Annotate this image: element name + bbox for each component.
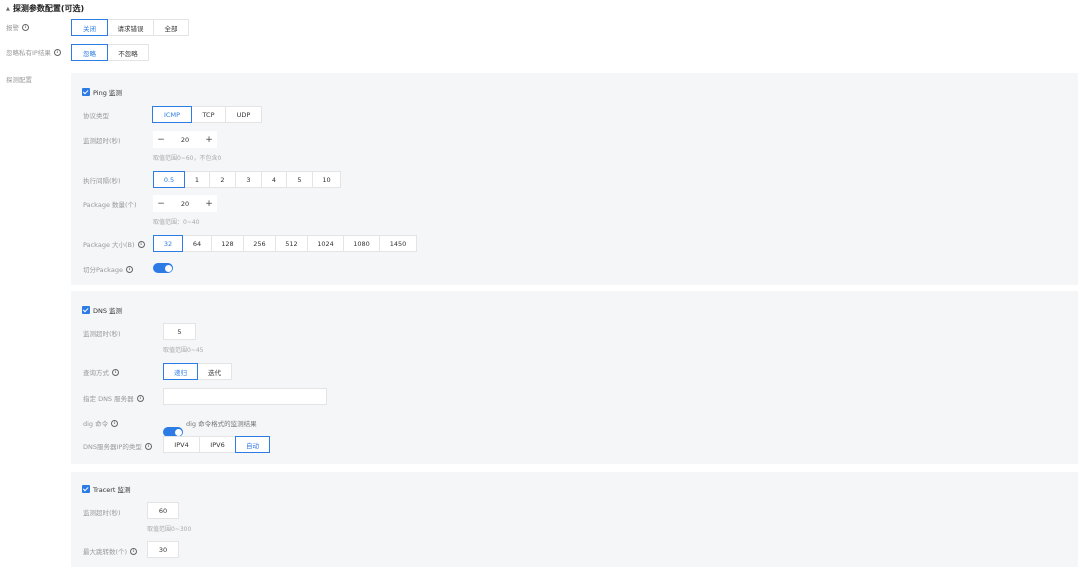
- ip-type-option-ipv6[interactable]: IPV6: [199, 436, 236, 453]
- ip-type-option-ipv4[interactable]: IPV4: [163, 436, 200, 453]
- protocol-option-tcp[interactable]: TCP: [191, 106, 226, 123]
- caret-up-icon[interactable]: ▲: [6, 6, 10, 12]
- info-icon[interactable]: i: [144, 442, 152, 450]
- plus-button[interactable]: +: [201, 131, 217, 148]
- info-icon[interactable]: i: [136, 394, 144, 402]
- plus-button[interactable]: +: [201, 195, 217, 212]
- ping-timeout-label: 监测超时(秒): [83, 137, 121, 145]
- alarm-option-request-error[interactable]: 请求错误: [107, 19, 154, 36]
- dns-server-input[interactable]: [163, 388, 327, 405]
- ping-pkg-size-label: Package 大小(B) i: [83, 239, 145, 249]
- info-icon[interactable]: i: [130, 547, 138, 555]
- tracert-hops-input[interactable]: 30: [147, 541, 179, 558]
- interval-option[interactable]: 0.5: [153, 171, 185, 188]
- pkg-size-option[interactable]: 1024: [307, 235, 344, 252]
- info-icon[interactable]: i: [112, 368, 119, 376]
- dns-timeout-input[interactable]: 5: [163, 323, 196, 340]
- ping-interval-label: 执行间隔(秒): [83, 177, 121, 185]
- query-option-iterative[interactable]: 迭代: [197, 363, 232, 380]
- ping-split-toggle[interactable]: [153, 263, 173, 273]
- ping-interval-segmented: 0.5 1 2 3 4 5 10: [153, 171, 341, 188]
- pkg-size-option[interactable]: 128: [211, 235, 244, 252]
- pkg-size-option[interactable]: 1450: [379, 235, 417, 252]
- ping-pkg-count-stepper: − 20 +: [153, 195, 217, 212]
- tracert-timeout-input[interactable]: 60: [147, 502, 179, 519]
- pkg-size-option[interactable]: 64: [182, 235, 212, 252]
- interval-option[interactable]: 4: [261, 171, 287, 188]
- checkbox-checked-icon[interactable]: [82, 88, 90, 96]
- tracert-checkbox[interactable]: Tracert 监测: [82, 484, 131, 494]
- section-title: 探测参数配置(可选): [12, 4, 85, 13]
- ping-pkg-count-label: Package 数量(个): [83, 201, 137, 209]
- dns-server-label: 指定 DNS 服务器 i: [83, 393, 144, 403]
- dns-timeout-hint: 取值范围0~45: [163, 347, 204, 354]
- ping-pkg-count-hint: 取值范围：0~40: [153, 219, 200, 226]
- dns-timeout-label: 监测超时(秒): [83, 330, 121, 338]
- ping-timeout-stepper: − 20 +: [153, 131, 217, 148]
- query-option-recursive[interactable]: 递归: [163, 363, 198, 380]
- ping-pkg-count-value[interactable]: 20: [169, 195, 201, 212]
- info-icon[interactable]: i: [111, 419, 119, 427]
- interval-option[interactable]: 5: [286, 171, 313, 188]
- tracert-panel: [71, 472, 1078, 567]
- private-ip-segmented: 忽略 不忽略: [71, 44, 149, 61]
- ping-checkbox[interactable]: Ping 监测: [82, 87, 122, 97]
- section-header[interactable]: ▲ 探测参数配置(可选): [6, 3, 84, 14]
- dns-ip-type-label: DNS服务器IP的类型 i: [83, 441, 152, 451]
- dig-toggle-text: dig 命令格式的监测结果: [186, 420, 257, 428]
- dns-checkbox[interactable]: DNS 监测: [82, 305, 122, 315]
- alarm-segmented: 关闭 请求错误 全部: [71, 19, 189, 36]
- info-icon[interactable]: i: [53, 48, 61, 56]
- tracert-hops-label: 最大跳转数(个) i: [83, 546, 138, 556]
- pkg-size-option[interactable]: 1080: [343, 235, 380, 252]
- alarm-option-off[interactable]: 关闭: [71, 19, 108, 36]
- ping-protocol-segmented: ICMP TCP UDP: [152, 106, 262, 123]
- tracert-timeout-hint: 取值范围0~300: [147, 526, 192, 533]
- ping-timeout-hint: 取值范围0~60，不包含0: [153, 155, 222, 162]
- interval-option[interactable]: 1: [184, 171, 210, 188]
- tracert-timeout-label: 监测超时(秒): [83, 509, 121, 517]
- alarm-option-all[interactable]: 全部: [153, 19, 189, 36]
- ping-pkg-size-segmented: 32 64 128 256 512 1024 1080 1450: [153, 235, 417, 252]
- ping-split-label: 切分Package i: [83, 264, 133, 274]
- checkbox-checked-icon[interactable]: [82, 306, 90, 314]
- pkg-size-option[interactable]: 512: [275, 235, 308, 252]
- interval-option[interactable]: 2: [209, 171, 236, 188]
- protocol-option-udp[interactable]: UDP: [225, 106, 262, 123]
- dns-query-label: 查询方式 i: [83, 367, 119, 377]
- info-icon[interactable]: i: [22, 23, 29, 31]
- minus-button[interactable]: −: [153, 195, 169, 212]
- dig-label: dig 命令 i: [83, 418, 119, 428]
- checkbox-checked-icon[interactable]: [82, 485, 90, 493]
- interval-option[interactable]: 10: [312, 171, 341, 188]
- info-icon[interactable]: i: [137, 240, 145, 248]
- ping-protocol-label: 协议类型: [83, 112, 109, 120]
- alarm-label: 报警 i: [6, 22, 29, 32]
- dns-query-segmented: 递归 迭代: [163, 363, 232, 380]
- ip-type-option-auto[interactable]: 自动: [235, 436, 270, 453]
- info-icon[interactable]: i: [125, 265, 133, 273]
- private-ip-option-not-ignore[interactable]: 不忽略: [107, 44, 149, 61]
- pkg-size-option[interactable]: 32: [153, 235, 183, 252]
- protocol-option-icmp[interactable]: ICMP: [152, 106, 192, 123]
- private-ip-label: 忽略私有IP结果 i: [6, 47, 61, 57]
- minus-button[interactable]: −: [153, 131, 169, 148]
- dns-ip-type-segmented: IPV4 IPV6 自动: [163, 436, 270, 453]
- probe-config-label: 探测配置: [6, 76, 32, 84]
- pkg-size-option[interactable]: 256: [243, 235, 276, 252]
- ping-timeout-value[interactable]: 20: [169, 131, 201, 148]
- interval-option[interactable]: 3: [235, 171, 262, 188]
- private-ip-option-ignore[interactable]: 忽略: [71, 44, 108, 61]
